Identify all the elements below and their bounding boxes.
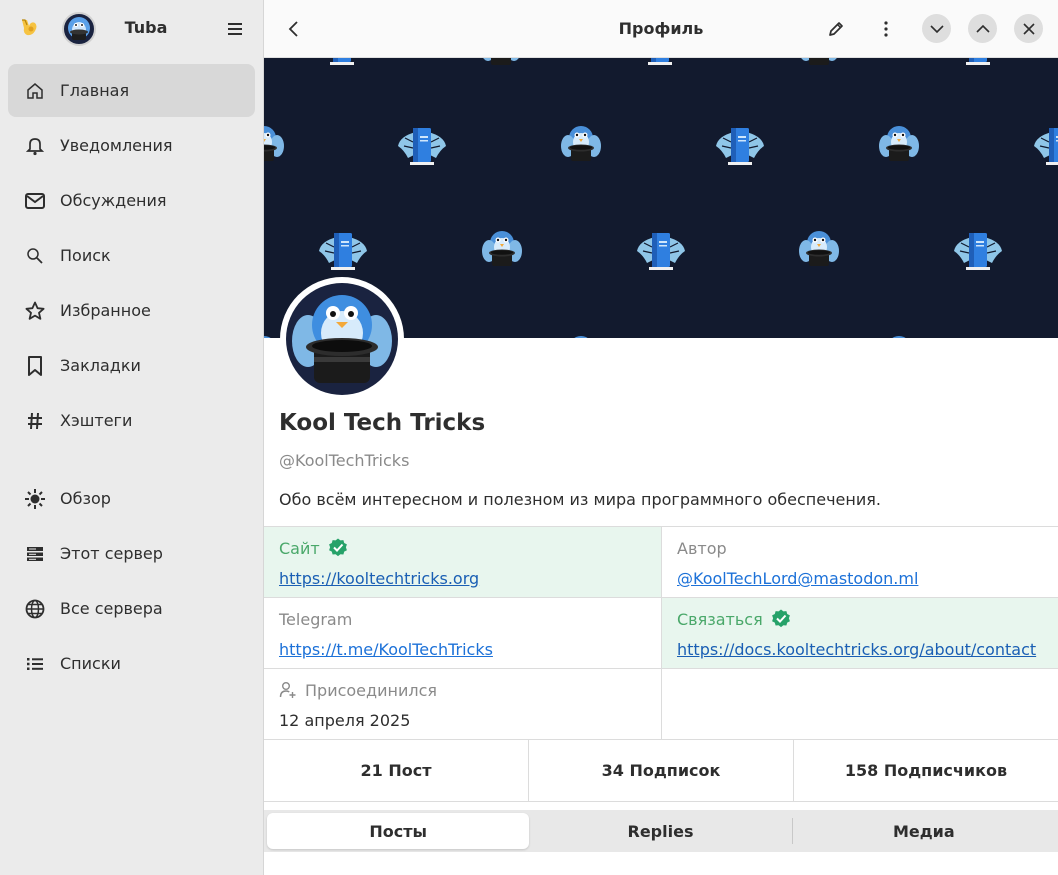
app-title: Tuba xyxy=(124,18,168,37)
sidebar-item-conversations[interactable]: Обсуждения xyxy=(8,174,255,227)
star-icon xyxy=(24,300,46,322)
edit-button[interactable] xyxy=(821,14,851,44)
chevron-up-icon xyxy=(975,24,990,33)
field-author: Автор @KoolTechLord@mastodon.ml xyxy=(661,527,1058,597)
sidebar-item-home[interactable]: Главная xyxy=(8,64,255,117)
field-empty xyxy=(661,669,1058,739)
sidebar-item-this-server[interactable]: Этот сервер xyxy=(8,527,255,580)
bell-icon xyxy=(24,135,46,157)
field-name: Telegram xyxy=(279,609,353,629)
sidebar-item-label: Этот сервер xyxy=(60,544,163,563)
verified-check-icon xyxy=(771,609,790,628)
field-name: Сайт xyxy=(279,538,320,558)
sidebar-item-label: Главная xyxy=(60,81,130,100)
server-icon xyxy=(24,543,46,565)
sidebar-item-label: Закладки xyxy=(60,356,141,375)
sidebar-item-lists[interactable]: Списки xyxy=(8,637,255,690)
sidebar-item-label: Обзор xyxy=(60,489,111,508)
explore-icon xyxy=(24,488,46,510)
sidebar-item-label: Все сервера xyxy=(60,599,163,618)
sidebar: Tuba Главная Уведомления Обсуждения Поис… xyxy=(0,0,264,875)
sidebar-item-explore[interactable]: Обзор xyxy=(8,472,255,525)
field-website: Сайт https://kooltechtricks.org xyxy=(264,527,661,597)
profile-stats: 21 Пост 34 Подписок 158 Подписчиков xyxy=(264,740,1058,802)
profile-fields: Сайт https://kooltechtricks.org Автор @K… xyxy=(264,526,1058,740)
list-icon xyxy=(24,653,46,675)
header-bar: Профиль xyxy=(264,0,1058,58)
sidebar-item-label: Уведомления xyxy=(60,136,173,155)
account-avatar[interactable] xyxy=(62,12,96,46)
field-name: Автор xyxy=(677,538,727,558)
kebab-menu-icon xyxy=(884,21,888,37)
globe-icon xyxy=(24,598,46,620)
chevron-down-icon xyxy=(929,24,944,33)
scroll-up-button[interactable] xyxy=(968,14,997,43)
person-add-icon xyxy=(279,682,296,698)
sidebar-item-label: Поиск xyxy=(60,246,111,265)
field-contact: Связаться https://docs.kooltechtricks.or… xyxy=(661,598,1058,668)
posts-count-button[interactable]: 21 Пост xyxy=(264,740,528,801)
field-telegram: Telegram https://t.me/KoolTechTricks xyxy=(264,598,661,668)
tab-media[interactable]: Медиа xyxy=(793,813,1055,849)
field-row: Сайт https://kooltechtricks.org Автор @K… xyxy=(264,527,1058,598)
sidebar-item-hashtags[interactable]: Хэштеги xyxy=(8,394,255,447)
bookmark-icon xyxy=(24,355,46,377)
search-icon xyxy=(24,245,46,267)
pencil-icon xyxy=(829,22,843,36)
sidebar-item-bookmarks[interactable]: Закладки xyxy=(8,339,255,392)
mail-icon xyxy=(24,190,46,212)
tuba-app-icon xyxy=(22,19,37,36)
sidebar-item-label: Списки xyxy=(60,654,121,673)
home-icon xyxy=(24,80,46,102)
sidebar-nav: Главная Уведомления Обсуждения Поиск Изб… xyxy=(8,64,255,692)
close-icon xyxy=(1022,22,1035,35)
joined-date: 12 апреля 2025 xyxy=(279,711,411,730)
profile-bio: Обо всём интересном и полезном из мира п… xyxy=(279,490,881,509)
profile-view: Профиль Kool Tech Tricks @KoolTechTricks… xyxy=(264,0,1058,875)
sidebar-header: Tuba xyxy=(0,0,263,58)
followers-count-button[interactable]: 158 Подписчиков xyxy=(793,740,1058,801)
verified-check-icon xyxy=(328,538,347,557)
main-menu-button[interactable] xyxy=(222,16,248,42)
profile-handle: @KoolTechTricks xyxy=(279,451,410,470)
sidebar-item-notifications[interactable]: Уведомления xyxy=(8,119,255,172)
profile-display-name: Kool Tech Tricks xyxy=(279,410,486,436)
close-button[interactable] xyxy=(1014,14,1043,43)
field-row: Присоединился 12 апреля 2025 xyxy=(264,669,1058,740)
contact-link[interactable]: https://docs.kooltechtricks.org/about/co… xyxy=(677,640,1043,659)
field-row: Telegram https://t.me/KoolTechTricks Свя… xyxy=(264,598,1058,669)
sidebar-item-favorites[interactable]: Избранное xyxy=(8,284,255,337)
hashtag-icon xyxy=(24,410,46,432)
sidebar-item-label: Хэштеги xyxy=(60,411,133,430)
field-name: Связаться xyxy=(677,609,763,629)
sidebar-item-label: Избранное xyxy=(60,301,151,320)
profile-tabs: Посты Replies Медиа xyxy=(264,810,1058,852)
sidebar-item-all-servers[interactable]: Все сервера xyxy=(8,582,255,635)
nav-separator xyxy=(8,449,255,472)
sidebar-item-search[interactable]: Поиск xyxy=(8,229,255,282)
sidebar-item-label: Обсуждения xyxy=(60,191,167,210)
field-name: Присоединился xyxy=(305,680,437,700)
tab-posts[interactable]: Посты xyxy=(267,813,530,849)
website-link[interactable]: https://kooltechtricks.org xyxy=(279,569,646,588)
author-link[interactable]: @KoolTechLord@mastodon.ml xyxy=(677,569,1043,588)
scroll-down-button[interactable] xyxy=(922,14,951,43)
following-count-button[interactable]: 34 Подписок xyxy=(528,740,793,801)
telegram-link[interactable]: https://t.me/KoolTechTricks xyxy=(279,640,646,659)
field-joined: Присоединился 12 апреля 2025 xyxy=(264,669,661,739)
profile-avatar[interactable] xyxy=(280,277,404,401)
hamburger-icon xyxy=(228,23,242,35)
tab-replies[interactable]: Replies xyxy=(529,813,791,849)
more-options-button[interactable] xyxy=(871,14,901,44)
